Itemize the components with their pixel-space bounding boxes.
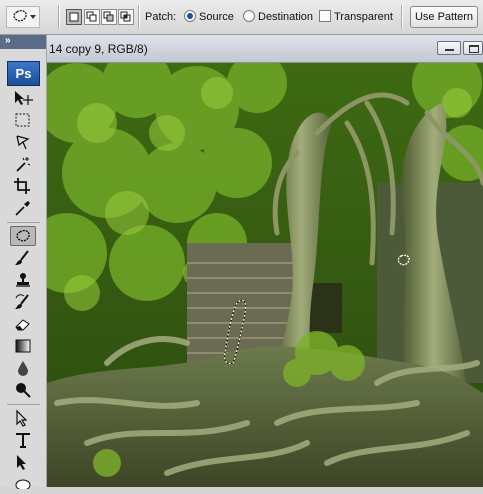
toolbox: » Ps xyxy=(0,35,47,489)
move-icon xyxy=(15,91,33,105)
minimize-button[interactable] xyxy=(437,41,461,55)
collapse-icon[interactable]: » xyxy=(5,35,11,46)
tool-preset-picker[interactable] xyxy=(6,6,40,28)
eraser-tool[interactable] xyxy=(10,314,36,334)
divider xyxy=(58,5,60,29)
transparent-checkbox[interactable] xyxy=(319,10,331,22)
patch-icon xyxy=(13,9,27,22)
new-selection-icon xyxy=(69,12,79,22)
patch-icon xyxy=(16,229,30,242)
destination-label[interactable]: Destination xyxy=(258,11,313,23)
options-bar: Patch: Source Destination Transparent Us… xyxy=(0,0,483,35)
blur-tool[interactable] xyxy=(10,358,36,378)
gradient-icon xyxy=(15,339,31,353)
crop-icon xyxy=(14,178,30,194)
marquee-tool[interactable] xyxy=(10,110,36,130)
brush-tool[interactable] xyxy=(10,248,36,268)
photoshop-logo[interactable]: Ps xyxy=(7,61,40,86)
crop-tool[interactable] xyxy=(10,176,36,196)
minimize-icon xyxy=(445,49,454,51)
use-pattern-button[interactable]: Use Pattern xyxy=(410,6,478,28)
toolbox-header[interactable]: » xyxy=(0,35,46,49)
new-selection-button[interactable] xyxy=(66,9,82,25)
chevron-down-icon xyxy=(30,15,36,19)
divider xyxy=(7,404,40,405)
stamp-icon xyxy=(16,273,30,287)
dodge-tool[interactable] xyxy=(10,380,36,400)
brush-icon xyxy=(15,250,29,265)
path-selection-tool[interactable] xyxy=(10,408,36,428)
type-icon xyxy=(16,433,30,448)
destination-radio[interactable] xyxy=(243,10,255,22)
source-radio[interactable] xyxy=(184,10,196,22)
direct-select-icon xyxy=(17,455,26,470)
document-canvas[interactable] xyxy=(47,63,483,487)
patch-label: Patch: xyxy=(145,11,177,23)
divider xyxy=(401,5,403,29)
transparent-label[interactable]: Transparent xyxy=(334,11,393,23)
ellipse-tool[interactable] xyxy=(10,474,36,494)
document-title-bar[interactable]: 14 copy 9, RGB/8) xyxy=(47,35,483,63)
patch-cursor-icon xyxy=(397,254,410,266)
patch-tool[interactable] xyxy=(10,226,36,246)
blur-drop-icon xyxy=(18,361,28,376)
eraser-icon xyxy=(15,319,30,331)
history-brush-tool[interactable] xyxy=(10,292,36,312)
add-to-selection-button[interactable] xyxy=(84,9,100,25)
intersect-selection-icon xyxy=(120,11,131,22)
document-title: 14 copy 9, RGB/8) xyxy=(49,42,148,56)
type-tool[interactable] xyxy=(10,430,36,450)
eyedropper-icon xyxy=(15,201,30,216)
marquee-icon xyxy=(15,113,30,127)
lasso-icon xyxy=(16,135,30,150)
divider xyxy=(7,222,40,223)
maximize-icon xyxy=(469,45,479,53)
subtract-from-selection-button[interactable] xyxy=(101,9,117,25)
eyedropper-tool[interactable] xyxy=(10,198,36,218)
dodge-icon xyxy=(16,383,31,398)
arrow-pointer-icon xyxy=(16,409,28,427)
add-selection-icon xyxy=(86,11,97,22)
magic-wand-icon xyxy=(16,157,31,172)
stamp-tool[interactable] xyxy=(10,270,36,290)
maximize-button[interactable] xyxy=(463,41,483,55)
intersect-selection-button[interactable] xyxy=(118,9,134,25)
move-tool[interactable] xyxy=(10,88,36,108)
subtract-selection-icon xyxy=(103,11,114,22)
gradient-tool[interactable] xyxy=(10,336,36,356)
canvas-image xyxy=(47,63,483,487)
history-brush-icon xyxy=(15,294,29,309)
direct-selection-tool[interactable] xyxy=(10,452,36,472)
magic-wand-tool[interactable] xyxy=(10,154,36,174)
lasso-tool[interactable] xyxy=(10,132,36,152)
source-label[interactable]: Source xyxy=(199,11,234,23)
divider xyxy=(138,5,140,29)
